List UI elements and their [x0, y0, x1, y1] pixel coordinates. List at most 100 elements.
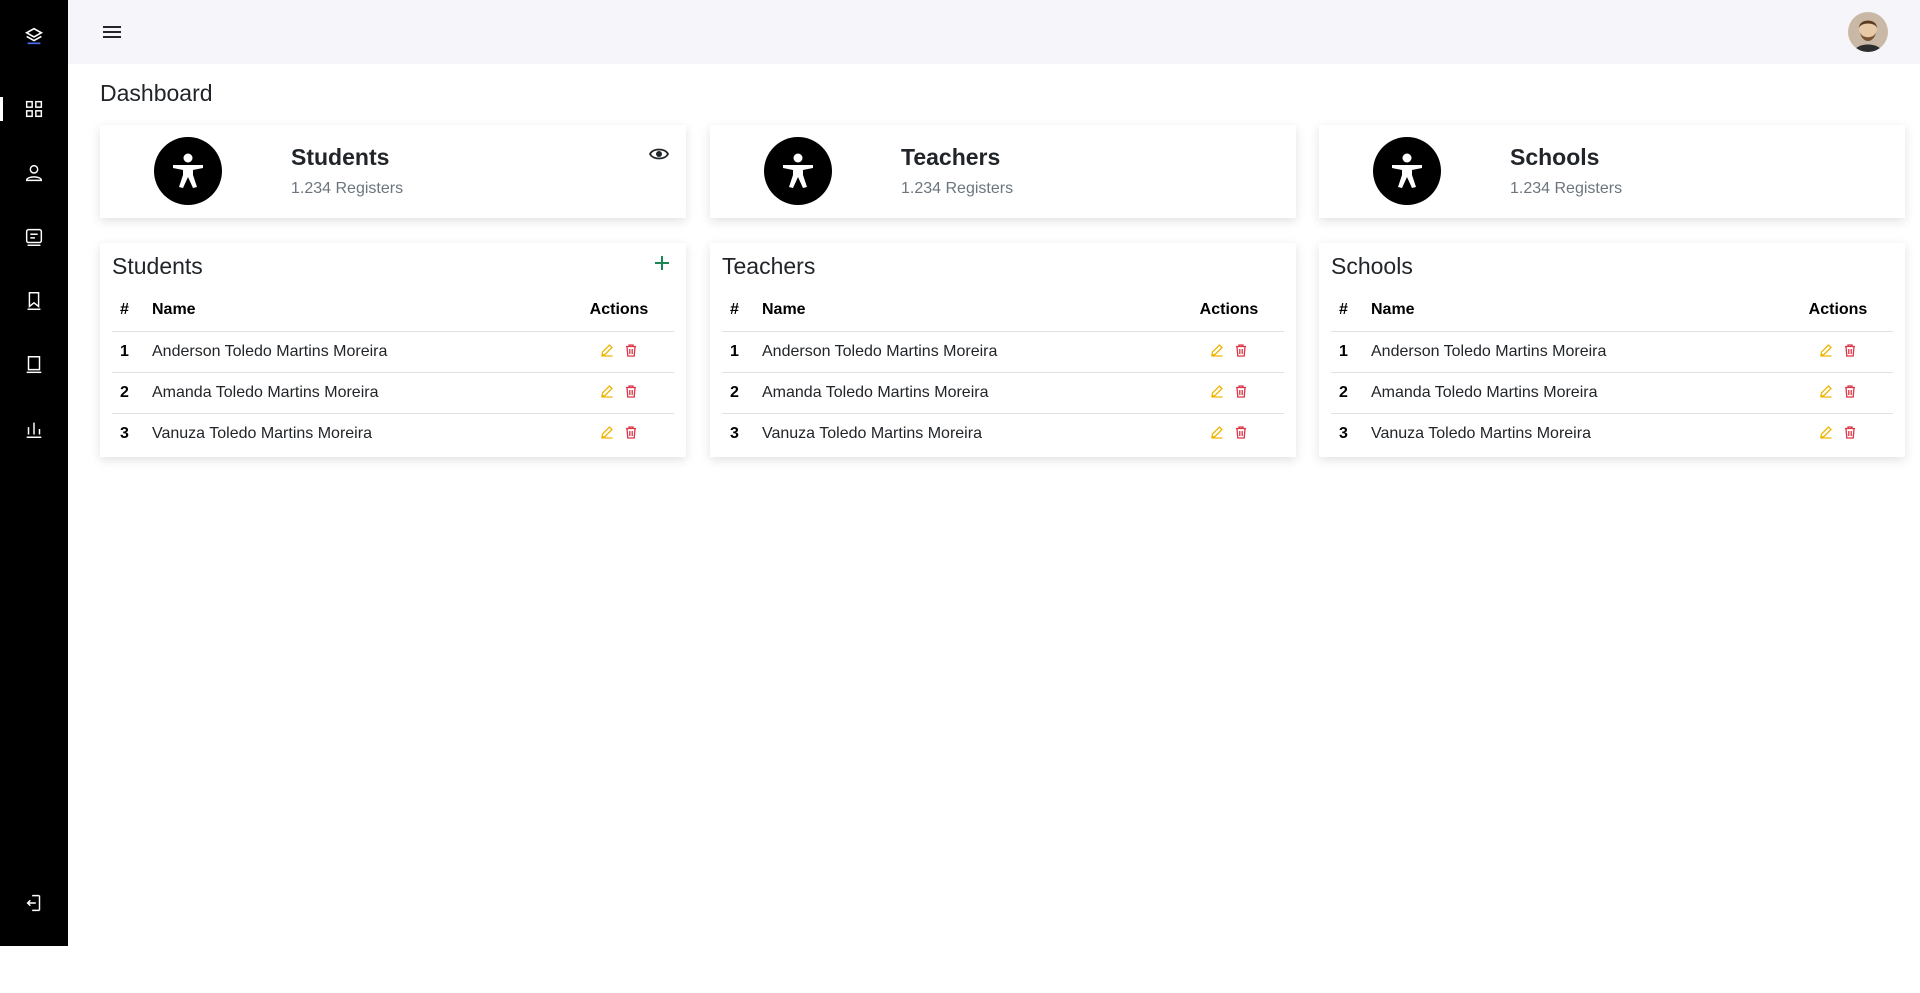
table-row: 1 Anderson Toledo Martins Moreira — [112, 331, 674, 373]
column-header: Name — [762, 290, 1174, 332]
add-student-button[interactable] — [650, 251, 674, 275]
row-actions — [564, 331, 674, 373]
row-actions — [1783, 372, 1893, 414]
edit-button[interactable] — [1209, 383, 1225, 399]
trash-icon — [1236, 426, 1247, 439]
delete-button[interactable] — [623, 424, 639, 440]
delete-button[interactable] — [1842, 424, 1858, 440]
sidebar-logo[interactable] — [0, 16, 68, 56]
stat-card-schools: Schools 1.234 Registers — [1319, 125, 1905, 218]
sidebar-item-schools[interactable] — [0, 345, 68, 385]
row-name: Anderson Toledo Martins Moreira — [1371, 331, 1783, 373]
edit-button[interactable] — [1818, 383, 1834, 399]
sidebar-item-users[interactable] — [0, 153, 68, 193]
stat-count: 1.234 Registers — [901, 180, 1014, 197]
edit-button[interactable] — [599, 342, 615, 358]
table-row: 2 Amanda Toledo Martins Moreira — [722, 372, 1284, 414]
table-title: Students — [112, 253, 203, 279]
row-actions — [1783, 413, 1893, 454]
delete-button[interactable] — [1233, 383, 1249, 399]
stat-title: Students — [291, 144, 390, 170]
pencil-icon — [1210, 384, 1223, 398]
table-row: 2 Amanda Toledo Martins Moreira — [112, 372, 674, 414]
teachers-table-card: Teachers # Name Actions 1 Anderson Toled… — [710, 243, 1296, 457]
pencil-icon — [600, 343, 613, 357]
logout-icon — [26, 894, 41, 912]
row-actions — [1174, 413, 1284, 454]
layers-icon — [24, 27, 44, 45]
edit-button[interactable] — [599, 383, 615, 399]
row-actions — [564, 372, 674, 414]
view-students-button[interactable] — [648, 143, 670, 165]
row-number: 2 — [722, 372, 762, 414]
trash-icon — [1236, 343, 1247, 357]
sidebar-item-dashboard[interactable] — [0, 89, 68, 129]
stat-count: 1.234 Registers — [1510, 180, 1623, 197]
row-name: Vanuza Toledo Martins Moreira — [152, 424, 372, 442]
stat-card-students: Students 1.234 Registers — [100, 125, 686, 218]
column-header: Actions — [1174, 290, 1284, 332]
column-header: Actions — [564, 290, 674, 332]
pencil-icon — [600, 384, 613, 398]
schools-table-card: Schools # Name Actions 1 Anderson Toledo… — [1319, 243, 1905, 457]
trash-icon — [1845, 384, 1856, 398]
edit-button[interactable] — [599, 424, 615, 440]
sidebar-item-reports[interactable] — [0, 409, 68, 449]
table-header-row: # Name Actions — [112, 290, 674, 332]
row-number: 1 — [1331, 331, 1371, 373]
row-number: 1 — [112, 331, 152, 373]
row-name: Vanuza Toledo Martins Moreira — [762, 424, 982, 442]
edit-button[interactable] — [1818, 342, 1834, 358]
row-number: 3 — [730, 424, 739, 442]
building-icon — [26, 356, 42, 374]
delete-button[interactable] — [623, 383, 639, 399]
row-number: 2 — [1331, 372, 1371, 414]
sidebar-item-bookmarks[interactable] — [0, 281, 68, 321]
top-bar — [68, 0, 1920, 64]
user-avatar-icon — [1848, 12, 1888, 52]
row-name: Amanda Toledo Martins Moreira — [1371, 372, 1783, 414]
row-number: 3 — [1339, 424, 1348, 442]
row-name: Vanuza Toledo Martins Moreira — [1371, 424, 1591, 442]
trash-icon — [1236, 384, 1247, 398]
column-header: Name — [152, 290, 564, 332]
table-header-row: # Name Actions — [722, 290, 1284, 332]
pencil-icon — [1819, 343, 1832, 357]
table-header-row: # Name Actions — [1331, 290, 1893, 332]
row-actions — [1783, 331, 1893, 373]
delete-button[interactable] — [1233, 424, 1249, 440]
pencil-icon — [600, 425, 613, 439]
sidebar — [0, 0, 68, 946]
table-row: 2 Amanda Toledo Martins Moreira — [1331, 372, 1893, 414]
delete-button[interactable] — [1233, 342, 1249, 358]
row-actions — [1174, 372, 1284, 414]
logout-button[interactable] — [0, 883, 68, 923]
students-table-card: Students # Name Actions 1 Anderson Toled… — [100, 243, 686, 457]
bookmark-icon — [27, 292, 41, 310]
grid-icon — [25, 100, 43, 118]
delete-button[interactable] — [1842, 342, 1858, 358]
edit-button[interactable] — [1209, 342, 1225, 358]
edit-button[interactable] — [1818, 424, 1834, 440]
sidebar-item-posts[interactable] — [0, 217, 68, 257]
row-name: Anderson Toledo Martins Moreira — [762, 331, 1174, 373]
eye-icon — [649, 148, 669, 160]
avatar[interactable] — [1848, 12, 1888, 52]
row-number: 2 — [112, 372, 152, 414]
stat-count: 1.234 Registers — [291, 180, 404, 197]
accessibility-icon — [764, 137, 832, 205]
hamburger-icon — [103, 26, 121, 38]
edit-button[interactable] — [1209, 424, 1225, 440]
menu-toggle-button[interactable] — [100, 20, 124, 44]
pencil-icon — [1819, 425, 1832, 439]
bar-chart-icon — [26, 422, 42, 438]
delete-button[interactable] — [623, 342, 639, 358]
table-row: 3 Vanuza Toledo Martins Moreira — [112, 413, 674, 454]
accessibility-icon — [154, 137, 222, 205]
delete-button[interactable] — [1842, 383, 1858, 399]
row-name: Anderson Toledo Martins Moreira — [152, 331, 564, 373]
card-text-icon — [25, 228, 43, 246]
plus-icon — [655, 256, 669, 270]
trash-icon — [626, 343, 637, 357]
table-row: 3 Vanuza Toledo Martins Moreira — [1331, 413, 1893, 454]
